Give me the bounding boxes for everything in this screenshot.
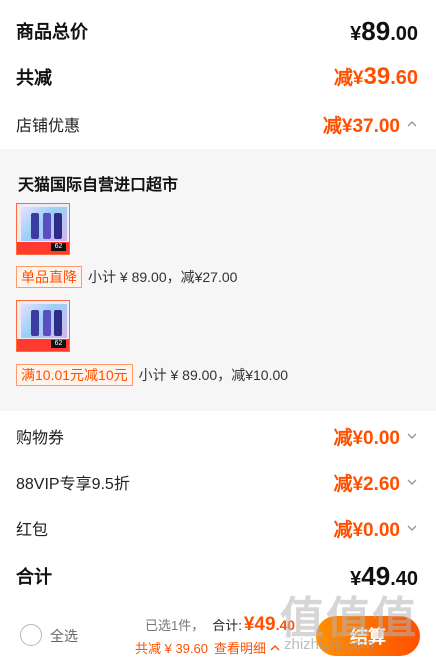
promo-subtotal: 小计 ¥ 89.00，减¥10.00 [138, 367, 289, 383]
chevron-down-icon[interactable] [406, 476, 418, 488]
total-discount-label: 共减 [16, 68, 52, 88]
saved-amount: 共减 ¥ 39.60 [135, 641, 208, 656]
footer-total-amount: ¥49.40 [243, 614, 296, 635]
deduction-label: 购物券 [16, 430, 65, 447]
deduction-label: 红包 [16, 522, 49, 539]
select-all-label[interactable]: 全选 [50, 626, 78, 646]
deduction-value: 减¥0.00 [333, 423, 418, 450]
promo-tag: 满10.01元减10元 [16, 364, 133, 386]
promo-tag: 单品直降 [16, 266, 82, 288]
selected-count: 已选1件， [145, 618, 205, 633]
chevron-up-icon[interactable] [406, 118, 418, 130]
select-all-radio[interactable] [20, 624, 42, 646]
chevron-down-icon[interactable] [406, 430, 418, 442]
chevron-down-icon[interactable] [406, 522, 418, 534]
total-discount-row: 共减 减¥39.60 [0, 56, 436, 98]
deduction-value: 减¥0.00 [333, 515, 418, 542]
deduction-row-coupon[interactable]: 购物券 减¥0.00 [0, 416, 436, 456]
deduction-row-redpacket[interactable]: 红包 减¥0.00 [0, 508, 436, 548]
total-price-label: 商品总价 [16, 22, 88, 42]
deduction-label: 88VIP专享9.5折 [16, 476, 130, 493]
product-thumbnail[interactable]: 62 [16, 203, 70, 255]
store-name: 天猫国际自营进口超市 [18, 177, 179, 194]
total-price-value: ¥89.00 [350, 15, 418, 46]
selection-summary: 已选1件， 合计: ¥49.40 [145, 614, 295, 636]
checkout-bar: 全选 已选1件， 合计: ¥49.40 共减 ¥ 39.60 查看明细 结算 [0, 604, 436, 662]
promo-line: 满10.01元减10元 小计 ¥ 89.00，减¥10.00 [16, 364, 288, 386]
checkout-button[interactable]: 结算 [316, 616, 420, 656]
store-discount-value: 减¥37.00 [323, 111, 418, 138]
store-discount-label: 店铺优惠 [16, 118, 81, 135]
deduction-row-88vip[interactable]: 88VIP专享9.5折 减¥2.60 [0, 462, 436, 502]
product-badge: 62 [51, 340, 66, 348]
product-image [21, 304, 67, 338]
grand-total-row: 合计 ¥49.40 [0, 554, 436, 598]
grand-total-value: ¥49.40 [350, 560, 418, 591]
total-price-row: 商品总价 ¥89.00 [0, 10, 436, 52]
saved-summary: 共减 ¥ 39.60 查看明细 [135, 638, 281, 657]
product-thumbnail[interactable]: 62 [16, 300, 70, 352]
grand-total-label: 合计 [16, 567, 52, 587]
product-image [21, 207, 67, 241]
promo-line: 单品直降 小计 ¥ 89.00，减¥27.00 [16, 266, 237, 288]
store-discount-row[interactable]: 店铺优惠 减¥37.00 [0, 104, 436, 144]
product-badge: 62 [51, 243, 66, 251]
total-discount-value: 减¥39.60 [333, 63, 418, 90]
deduction-value: 减¥2.60 [333, 469, 418, 496]
view-details-link[interactable]: 查看明细 [214, 638, 266, 657]
chevron-up-icon[interactable] [269, 642, 281, 654]
footer-total-label: 合计: [212, 618, 242, 633]
promo-subtotal: 小计 ¥ 89.00，减¥27.00 [88, 269, 238, 285]
